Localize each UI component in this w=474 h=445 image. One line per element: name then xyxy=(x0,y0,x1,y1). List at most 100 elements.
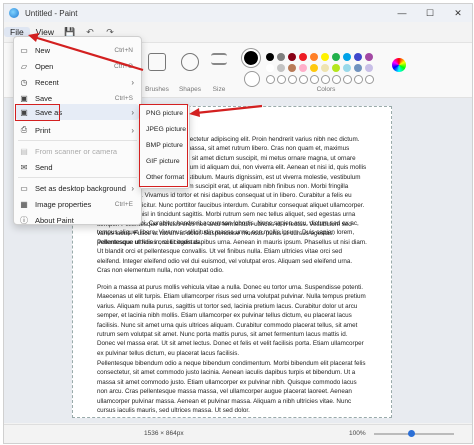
colors-label: Colors xyxy=(316,86,336,93)
color-swatch[interactable] xyxy=(321,64,329,72)
open-folder-icon: ▱ xyxy=(20,61,28,71)
zoom-level: 100% xyxy=(349,430,366,437)
empty-color-swatch[interactable] xyxy=(354,75,363,84)
menu-item-image-properties[interactable]: ▦ Image properties Ctrl+E xyxy=(14,196,141,212)
desktop-icon: ▭ xyxy=(20,183,28,193)
color-swatch[interactable] xyxy=(288,53,296,61)
info-icon: ⓘ xyxy=(20,215,28,225)
chevron-right-icon: › xyxy=(131,107,134,117)
primary-color-swatch[interactable] xyxy=(242,49,260,67)
save-as-annotation-box xyxy=(15,104,60,121)
empty-color-swatch[interactable] xyxy=(343,75,352,84)
menu-item-label: From scanner or camera xyxy=(35,146,118,156)
menu-item-about[interactable]: ⓘ About Paint xyxy=(14,212,141,228)
chevron-right-icon: › xyxy=(131,77,134,87)
menu-item-print[interactable]: ⎙ Print › xyxy=(14,122,141,138)
menu-item-label: Save xyxy=(35,93,53,103)
color-swatch[interactable] xyxy=(266,64,274,72)
menu-item-new[interactable]: ▭ New Ctrl+N xyxy=(14,42,141,58)
color-swatch[interactable] xyxy=(332,53,340,61)
scanner-icon: ▤ xyxy=(20,146,28,156)
edit-colors-icon[interactable] xyxy=(392,58,406,72)
shapes-label: Shapes xyxy=(178,86,202,93)
submenu-annotation-box xyxy=(139,104,188,187)
chevron-right-icon: › xyxy=(131,125,134,135)
brushes-group[interactable]: Brushes xyxy=(142,49,172,95)
zoom-slider-thumb[interactable] xyxy=(408,430,415,437)
color-swatch[interactable] xyxy=(343,53,351,61)
color-swatch[interactable] xyxy=(277,53,285,61)
color-swatch[interactable] xyxy=(354,53,362,61)
document-paragraph: Proin a massa at purus mollis vehicula v… xyxy=(97,284,366,357)
menu-item-shortcut: Ctrl+S xyxy=(114,94,133,102)
menu-item-open[interactable]: ▱ Open Ctrl+O xyxy=(14,58,141,74)
minimize-button[interactable]: — xyxy=(388,4,416,22)
size-group[interactable]: Size xyxy=(207,49,231,95)
empty-color-swatch[interactable] xyxy=(365,75,374,84)
menu-item-shortcut: Ctrl+O xyxy=(114,62,133,70)
size-label: Size xyxy=(212,86,226,93)
document-paragraph: Pellentesque bibendum odio a neque biben… xyxy=(97,360,366,415)
chevron-right-icon: › xyxy=(131,183,134,193)
image-dimensions: 1536 × 864px xyxy=(144,430,184,437)
menu-divider xyxy=(18,140,137,141)
printer-icon: ⎙ xyxy=(20,125,28,134)
shapes-group[interactable]: Shapes xyxy=(175,49,205,95)
empty-color-swatch[interactable] xyxy=(277,75,286,84)
menu-item-label: About Paint xyxy=(35,215,74,225)
menu-divider xyxy=(18,177,137,178)
menu-item-desktop-background[interactable]: ▭ Set as desktop background › xyxy=(14,180,141,196)
send-icon: ✉ xyxy=(20,162,28,172)
menu-item-shortcut: Ctrl+N xyxy=(114,46,133,54)
close-button[interactable]: ✕ xyxy=(444,4,472,22)
color-swatch[interactable] xyxy=(365,53,373,61)
shapes-icon xyxy=(181,53,199,71)
maximize-button[interactable]: ☐ xyxy=(416,4,444,22)
color-swatch[interactable] xyxy=(310,64,318,72)
size-icon xyxy=(211,53,227,65)
new-file-icon: ▭ xyxy=(20,45,28,55)
empty-color-swatch[interactable] xyxy=(299,75,308,84)
color-swatch[interactable] xyxy=(299,53,307,61)
secondary-color-swatch[interactable] xyxy=(244,71,260,87)
file-menu: ▭ New Ctrl+N ▱ Open Ctrl+O ◷ Recent › ▣ … xyxy=(13,36,142,225)
color-swatch[interactable] xyxy=(299,64,307,72)
color-swatch[interactable] xyxy=(365,64,373,72)
color-swatch[interactable] xyxy=(354,64,362,72)
brushes-label: Brushes xyxy=(145,86,169,93)
color-swatch[interactable] xyxy=(277,64,285,72)
properties-icon: ▦ xyxy=(20,199,28,209)
menu-item-label: Send xyxy=(35,162,53,172)
empty-color-swatch[interactable] xyxy=(266,75,275,84)
menu-item-label: Image properties xyxy=(35,199,92,209)
color-swatch[interactable] xyxy=(288,64,296,72)
status-bar: 1536 × 864px 100% xyxy=(4,424,472,443)
menu-item-scanner: ▤ From scanner or camera xyxy=(14,143,141,159)
zoom-slider[interactable] xyxy=(374,430,454,437)
menu-item-send[interactable]: ✉ Send xyxy=(14,159,141,175)
color-swatch[interactable] xyxy=(266,53,274,61)
colors-group: Colors xyxy=(236,49,416,95)
empty-color-swatch[interactable] xyxy=(310,75,319,84)
menu-item-label: Recent xyxy=(35,77,59,87)
menu-item-shortcut: Ctrl+E xyxy=(114,200,133,208)
save-icon: ▣ xyxy=(20,93,28,103)
color-swatch[interactable] xyxy=(310,53,318,61)
paint-app-icon xyxy=(9,8,19,18)
empty-color-swatch[interactable] xyxy=(332,75,341,84)
menu-item-label: New xyxy=(35,45,51,55)
title-bar: Untitled - Paint — ☐ ✕ xyxy=(4,4,472,22)
menu-item-label: Print xyxy=(35,125,51,135)
paint-window: Untitled - Paint — ☐ ✕ File View 💾 ↶ ↷ B… xyxy=(3,3,473,444)
empty-color-swatch[interactable] xyxy=(288,75,297,84)
brush-icon xyxy=(148,53,166,71)
color-swatch[interactable] xyxy=(343,64,351,72)
empty-color-swatch[interactable] xyxy=(321,75,330,84)
clock-icon: ◷ xyxy=(20,77,28,87)
color-swatch[interactable] xyxy=(321,53,329,61)
menu-item-recent[interactable]: ◷ Recent › xyxy=(14,74,141,90)
color-swatch[interactable] xyxy=(332,64,340,72)
menu-item-label: Set as desktop background xyxy=(35,183,126,193)
menu-item-label: Open xyxy=(35,61,54,71)
window-title: Untitled - Paint xyxy=(25,8,78,18)
